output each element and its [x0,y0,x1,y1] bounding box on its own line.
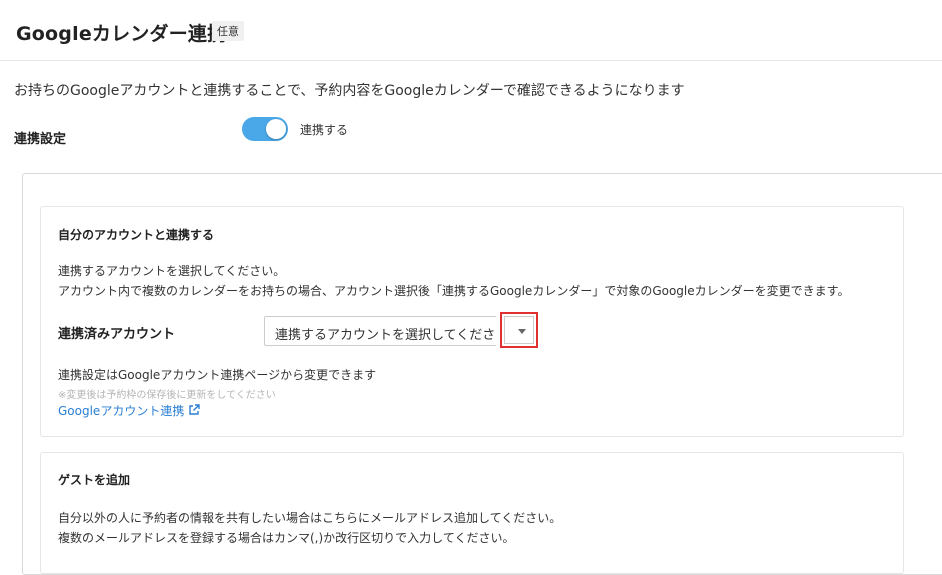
toggle-label: 連携する [300,123,349,137]
optional-badge: 任意 [212,21,244,41]
google-account-link-text: Googleアカウント連携 [58,404,185,418]
integration-toggle[interactable] [242,117,288,141]
page-header: Googleカレンダー連携 任意 [0,0,942,61]
external-link-icon [189,404,201,415]
account-instruction-1: 連携するアカウントを選択してください。 [58,264,286,278]
integration-setting-label: 連携設定 [14,132,67,147]
account-select-placeholder: 連携するアカウントを選択してください [275,328,496,343]
guest-instruction-2: 複数のメールアドレスを登録する場合はカンマ(,)か改行区切りで入力してください。 [58,531,515,545]
account-link-title: 自分のアカウントと連携する [58,228,215,242]
integration-description: お持ちのGoogleアカウントと連携することで、予約内容をGoogleカレンダー… [14,83,685,99]
page-title: Googleカレンダー連携 [16,23,227,45]
dropdown-button-inner [504,316,534,344]
toggle-knob [266,119,286,139]
account-select[interactable]: 連携するアカウントを選択してください [264,316,496,346]
guest-card-title: ゲストを追加 [58,473,131,487]
save-reminder-note: ※変更後は予約枠の保存後に更新をしてください [58,390,276,401]
settings-change-note: 連携設定はGoogleアカウント連携ページから変更できます [58,368,377,382]
google-account-link[interactable]: Googleアカウント連携 [58,402,201,419]
linked-account-label: 連携済みアカウント [58,327,176,342]
chevron-down-icon [518,329,526,334]
account-select-dropdown-button[interactable] [500,312,538,348]
guest-instruction-1: 自分以外の人に予約者の情報を共有したい場合はこちらにメールアドレス追加してくださ… [58,511,562,525]
account-instruction-2: アカウント内で複数のカレンダーをお持ちの場合、アカウント選択後「連携するGoog… [58,284,850,298]
